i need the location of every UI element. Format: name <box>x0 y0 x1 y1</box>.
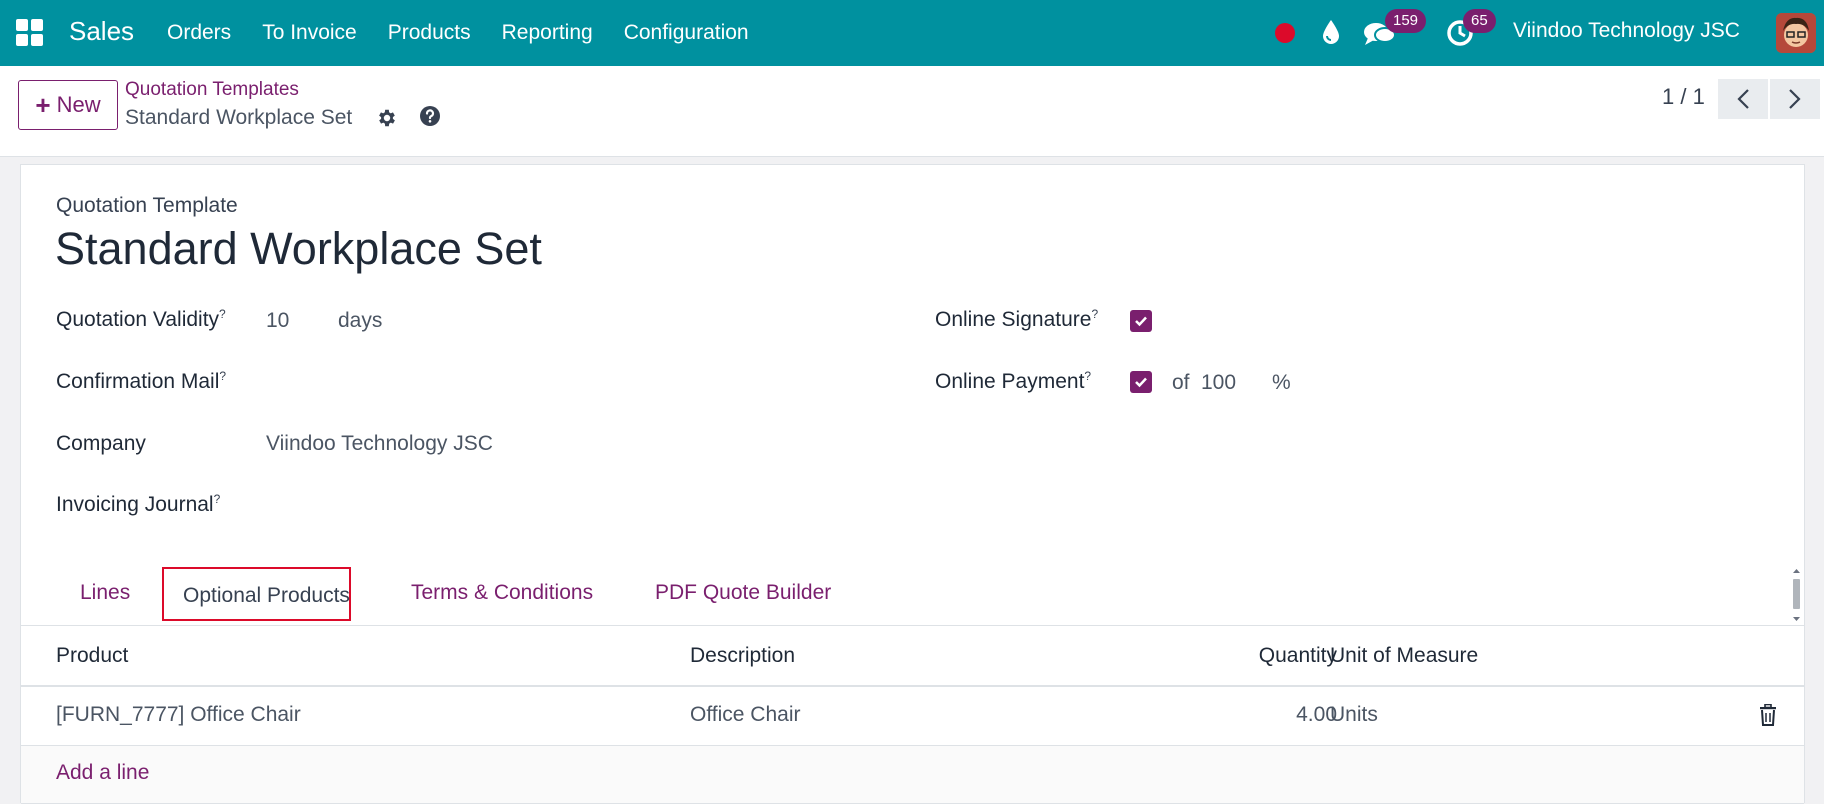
column-header-description[interactable]: Description <box>690 644 795 668</box>
menu-item-orders[interactable]: Orders <box>167 21 231 45</box>
avatar[interactable] <box>1776 13 1816 53</box>
menu-item-reporting[interactable]: Reporting <box>502 21 593 45</box>
payment-percent-unit: % <box>1272 371 1291 394</box>
breadcrumb-current: Standard Workplace Set <box>125 106 353 129</box>
tab-terms-conditions[interactable]: Terms & Conditions <box>411 581 593 605</box>
check-icon <box>1135 316 1147 327</box>
check-icon <box>1135 377 1147 388</box>
gear-icon[interactable] <box>376 107 398 129</box>
chevron-right-icon <box>1789 89 1801 109</box>
pager-value[interactable]: 1 / 1 <box>1662 84 1705 110</box>
app-name[interactable]: Sales <box>69 16 134 47</box>
trash-icon[interactable] <box>1759 704 1777 726</box>
quotation-validity-unit: days <box>338 309 383 332</box>
company-label: Company <box>56 432 146 455</box>
messages-badge: 159 <box>1385 9 1427 33</box>
form-sheet: Quotation Template Standard Workplace Se… <box>20 164 1805 804</box>
add-line-row: Add a line <box>21 746 1804 804</box>
top-navbar: Sales Orders To Invoice Products Reporti… <box>0 0 1824 66</box>
chevron-left-icon <box>1737 89 1749 109</box>
payment-percent-input[interactable]: 100 <box>1201 371 1236 395</box>
help-tooltip-icon[interactable]: ? <box>1091 307 1098 321</box>
table-header: Product Description Quantity Unit of Mea… <box>21 627 1804 687</box>
activities-badge: 65 <box>1463 9 1496 33</box>
help-icon[interactable] <box>419 105 441 127</box>
page-title[interactable]: Standard Workplace Set <box>55 223 542 275</box>
tab-optional-products-label: Optional Products <box>183 584 350 607</box>
quotation-validity-label: Quotation Validity? <box>56 307 226 331</box>
invoicing-journal-label: Invoicing Journal? <box>56 492 221 516</box>
drop-icon[interactable] <box>1320 18 1342 46</box>
main-menu: Orders To Invoice Products Reporting Con… <box>167 21 749 45</box>
tab-lines[interactable]: Lines <box>80 581 130 605</box>
column-header-quantity[interactable]: Quantity <box>1259 644 1337 668</box>
breadcrumb-parent[interactable]: Quotation Templates <box>125 79 299 101</box>
column-header-product[interactable]: Product <box>56 644 128 668</box>
menu-item-to-invoice[interactable]: To Invoice <box>262 21 357 45</box>
help-tooltip-icon[interactable]: ? <box>214 492 221 506</box>
column-header-uom[interactable]: Unit of Measure <box>1330 644 1478 668</box>
new-button-label: New <box>56 92 101 117</box>
online-signature-checkbox[interactable] <box>1130 310 1152 332</box>
add-line-button[interactable]: Add a line <box>56 761 149 785</box>
help-tooltip-icon[interactable]: ? <box>1084 369 1091 383</box>
apps-icon[interactable] <box>16 19 44 47</box>
tab-pdf-quote-builder[interactable]: PDF Quote Builder <box>655 581 831 605</box>
online-payment-label: Online Payment? <box>935 369 1092 393</box>
document-type-label: Quotation Template <box>56 194 238 217</box>
cell-uom[interactable]: Units <box>1330 703 1378 727</box>
record-icon[interactable] <box>1275 23 1295 43</box>
online-payment-checkbox[interactable] <box>1130 371 1152 393</box>
pager-next-button[interactable] <box>1770 79 1820 119</box>
online-signature-label: Online Signature? <box>935 307 1099 331</box>
help-tooltip-icon[interactable]: ? <box>219 307 226 321</box>
table-row[interactable]: [FURN_7777] Office Chair Office Chair 4.… <box>21 687 1804 746</box>
company-switcher[interactable]: Viindoo Technology JSC <box>1513 19 1740 43</box>
cell-product[interactable]: [FURN_7777] Office Chair <box>56 703 301 727</box>
help-tooltip-icon[interactable]: ? <box>219 369 226 383</box>
notebook-tabs: Lines Optional Products Terms & Conditio… <box>21 565 1804 626</box>
payment-prefix: of <box>1172 371 1190 394</box>
plus-icon: + <box>35 90 51 120</box>
menu-item-configuration[interactable]: Configuration <box>624 21 749 45</box>
pager-previous-button[interactable] <box>1718 79 1768 119</box>
control-panel: + New Quotation Templates Standard Workp… <box>0 66 1824 157</box>
cell-description[interactable]: Office Chair <box>690 703 801 727</box>
confirmation-mail-label: Confirmation Mail? <box>56 369 227 393</box>
tabs-scrollbar[interactable] <box>1791 567 1802 623</box>
new-button[interactable]: + New <box>18 80 118 130</box>
company-field[interactable]: Viindoo Technology JSC <box>266 432 493 456</box>
menu-item-products[interactable]: Products <box>388 21 471 45</box>
quotation-validity-input[interactable]: 10 <box>266 309 289 333</box>
